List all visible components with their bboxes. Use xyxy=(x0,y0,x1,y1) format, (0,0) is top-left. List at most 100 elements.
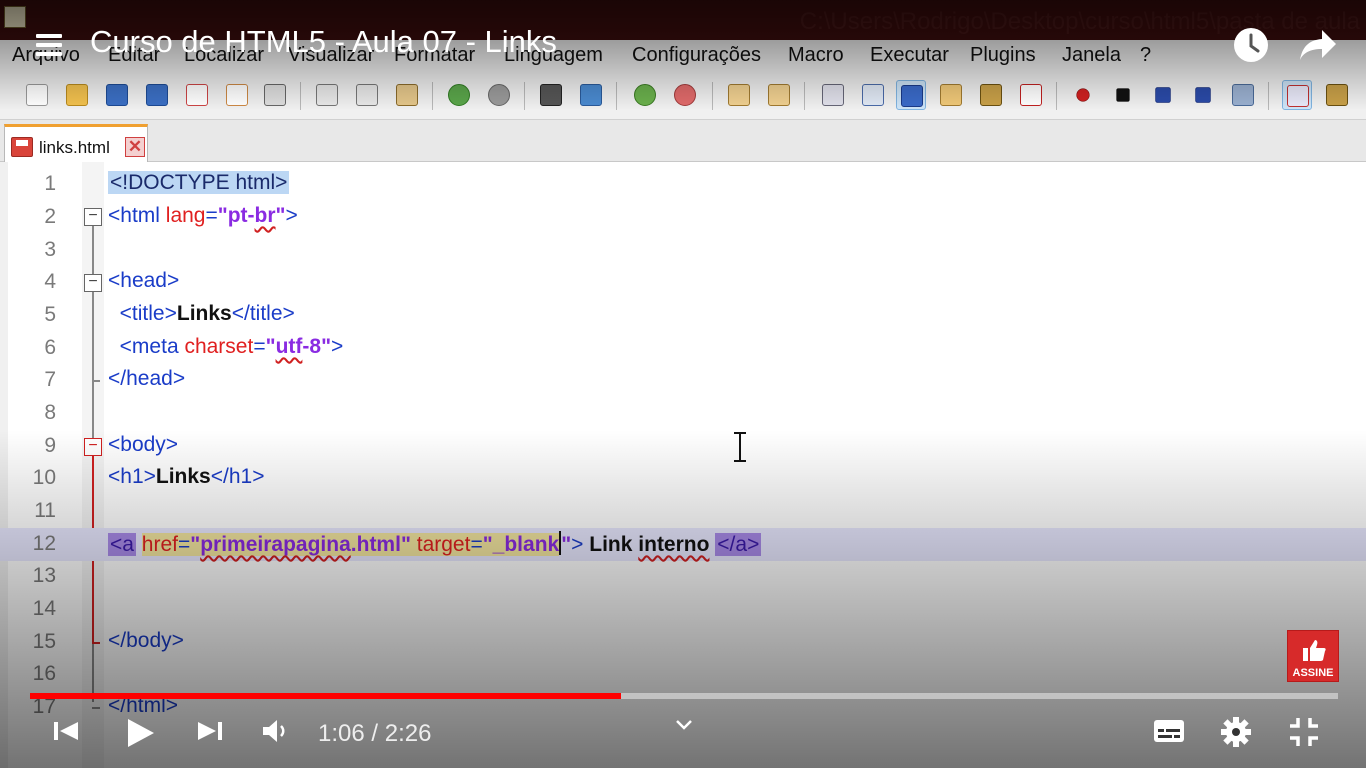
line-number: 13 xyxy=(32,564,56,587)
line-number: 6 xyxy=(44,336,56,359)
tab-links-html[interactable]: links.html ✕ xyxy=(4,124,148,162)
code-line: 2 <html lang="pt-br"> xyxy=(0,201,1366,234)
line-number: 15 xyxy=(32,630,56,653)
play-icon[interactable] xyxy=(124,716,156,750)
replace-icon[interactable] xyxy=(576,80,606,110)
line-number: 14 xyxy=(32,597,56,620)
save-macro-icon[interactable] xyxy=(1228,80,1258,110)
line-number: 16 xyxy=(32,662,56,685)
undo-icon[interactable] xyxy=(444,80,474,110)
thumbs-up-icon xyxy=(1303,640,1326,661)
menu-configuracoes[interactable]: Configurações xyxy=(632,44,761,67)
menu-plugins[interactable]: Plugins xyxy=(970,44,1036,67)
tab-filename: links.html xyxy=(39,138,110,157)
doc-map-icon[interactable] xyxy=(976,80,1006,110)
duration: 2:26 xyxy=(384,720,432,747)
line-number: 12 xyxy=(32,532,56,555)
save-icon[interactable] xyxy=(102,80,132,110)
code-line: 13 xyxy=(0,560,1366,593)
window-path: C:\Users\Rodrigo\Desktop\curso\html5\pas… xyxy=(799,8,1360,35)
print-icon[interactable] xyxy=(260,80,290,110)
code-line: 16 xyxy=(0,658,1366,691)
show-all-chars-icon[interactable] xyxy=(858,80,888,110)
line-number: 1 xyxy=(44,172,56,195)
menu-janela[interactable]: Janela xyxy=(1062,44,1121,67)
new-file-icon[interactable] xyxy=(22,80,52,110)
record-macro-icon[interactable] xyxy=(1068,80,1098,110)
spell-check-icon[interactable] xyxy=(1282,80,1312,110)
paste-icon[interactable] xyxy=(392,80,422,110)
menu-macro[interactable]: Macro xyxy=(788,44,844,67)
subscribe-label: ASSINE xyxy=(1292,667,1334,679)
close-tab-icon[interactable]: ✕ xyxy=(125,137,145,157)
code-text: <html lang="pt-br"> xyxy=(108,204,298,227)
zoom-out-icon[interactable] xyxy=(670,80,700,110)
next-icon[interactable] xyxy=(196,716,224,746)
code-line: 3 xyxy=(0,234,1366,267)
code-line: 6 <meta charset="utf-8"> xyxy=(0,332,1366,365)
video-title[interactable]: Curso de HTML5 - Aula 07 - Links xyxy=(90,24,557,60)
user-lang-icon[interactable] xyxy=(936,80,966,110)
subtitles-icon[interactable] xyxy=(1152,716,1186,746)
code-text: <h1>Links</h1> xyxy=(108,465,265,488)
line-number: 5 xyxy=(44,303,56,326)
stop-macro-icon[interactable] xyxy=(1108,80,1138,110)
previous-icon[interactable] xyxy=(52,716,80,746)
tab-bar: links.html ✕ xyxy=(0,120,1366,162)
code-line: 11 xyxy=(0,495,1366,528)
code-line: 14 xyxy=(0,593,1366,626)
word-wrap-icon[interactable] xyxy=(818,80,848,110)
volume-icon[interactable] xyxy=(260,716,290,746)
code-line: 4 <head> xyxy=(0,266,1366,299)
code-text: <head> xyxy=(108,269,180,292)
line-number: 8 xyxy=(44,401,56,424)
play-macro-icon[interactable] xyxy=(1148,80,1178,110)
indent-guide-icon[interactable] xyxy=(896,80,926,110)
function-list-icon[interactable] xyxy=(1016,80,1046,110)
code-text: <meta charset="utf-8"> xyxy=(108,335,344,358)
sync-vertical-icon[interactable] xyxy=(724,80,754,110)
run-macro-multiple-icon[interactable] xyxy=(1188,80,1218,110)
cut-icon[interactable] xyxy=(312,80,342,110)
zoom-in-icon[interactable] xyxy=(630,80,660,110)
code-line: 15 </body> xyxy=(0,626,1366,659)
line-number: 10 xyxy=(32,466,56,489)
code-text: <body> xyxy=(108,433,179,456)
clock-icon[interactable] xyxy=(1232,26,1270,64)
code-line: 5 <title>Links</title> xyxy=(0,299,1366,332)
code-text: </body> xyxy=(108,629,184,652)
settings-icon[interactable] xyxy=(1220,716,1252,748)
code-editor[interactable]: − − − 1 <!DOCTYPE html> 2 <html lang="pt… xyxy=(0,162,1366,768)
line-number: 7 xyxy=(44,368,56,391)
code-line: 10 <h1>Links</h1> xyxy=(0,462,1366,495)
code-line-current: 12 <a href="primeirapagina.html" target=… xyxy=(0,528,1366,561)
code-text: <!DOCTYPE html> xyxy=(108,171,290,195)
code-line: 9 <body> xyxy=(0,430,1366,463)
save-all-icon[interactable] xyxy=(142,80,172,110)
chevron-down-icon[interactable] xyxy=(674,718,694,732)
unsaved-file-icon xyxy=(11,137,33,157)
code-text: <title>Links</title> xyxy=(108,302,295,325)
copy-icon[interactable] xyxy=(352,80,382,110)
menu-icon[interactable] xyxy=(34,30,64,60)
subscribe-button[interactable]: ASSINE xyxy=(1287,630,1339,682)
exit-fullscreen-icon[interactable] xyxy=(1288,716,1320,748)
code-line: 1 <!DOCTYPE html> xyxy=(0,168,1366,201)
find-icon[interactable] xyxy=(536,80,566,110)
menu-help[interactable]: ? xyxy=(1140,44,1151,67)
line-number: 9 xyxy=(44,434,56,457)
line-number: 3 xyxy=(44,238,56,261)
close-file-icon[interactable] xyxy=(182,80,212,110)
line-number: 4 xyxy=(44,270,56,293)
current-time: 1:06 xyxy=(318,720,365,747)
text-cursor-icon xyxy=(734,432,746,462)
redo-icon[interactable] xyxy=(484,80,514,110)
sync-horizontal-icon[interactable] xyxy=(764,80,794,110)
menu-executar[interactable]: Executar xyxy=(870,44,949,67)
plugin-icon[interactable] xyxy=(1322,80,1352,110)
share-icon[interactable] xyxy=(1298,26,1338,64)
open-file-icon[interactable] xyxy=(62,80,92,110)
close-all-icon[interactable] xyxy=(222,80,252,110)
progress-played xyxy=(30,693,622,699)
time-display: 1:06 / 2:26 xyxy=(318,720,431,748)
